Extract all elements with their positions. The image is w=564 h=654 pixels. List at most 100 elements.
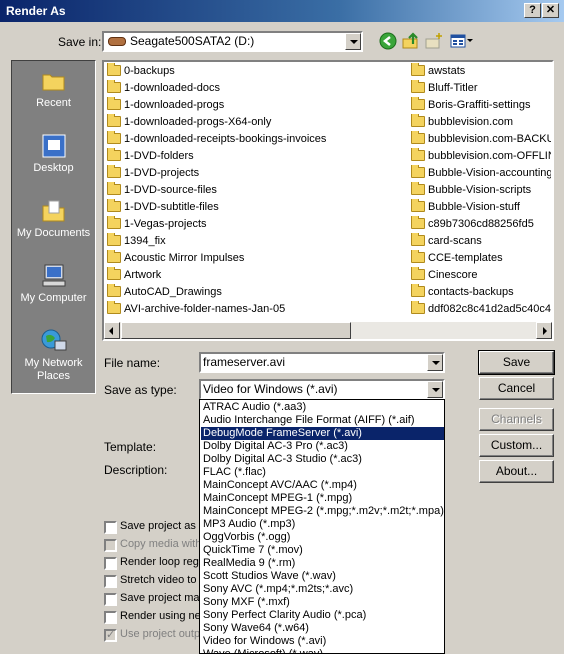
type-option[interactable]: Sony Wave64 (*.w64) xyxy=(201,622,444,635)
folder-icon xyxy=(411,284,425,297)
folder-item[interactable]: 1-DVD-projects xyxy=(105,165,401,182)
option-checkbox[interactable] xyxy=(104,575,117,588)
scroll-thumb[interactable] xyxy=(121,322,351,339)
save-in-dropdown-arrow[interactable] xyxy=(345,33,361,50)
type-option[interactable]: DebugMode FrameServer (*.avi) xyxy=(201,427,444,440)
type-option[interactable]: MainConcept MPEG-1 (*.mpg) xyxy=(201,492,444,505)
folder-item[interactable]: Bluff-Titler xyxy=(409,80,551,97)
view-menu-button[interactable] xyxy=(449,32,473,50)
folder-item[interactable]: bubblevision.com xyxy=(409,114,551,131)
type-option[interactable]: Audio Interchange File Format (AIFF) (*.… xyxy=(201,414,444,427)
folder-item[interactable]: c89b7306cd88256fd5 xyxy=(409,216,551,233)
folder-icon xyxy=(411,165,425,178)
place-desktop[interactable]: Desktop xyxy=(12,128,95,192)
folder-item[interactable]: Bubble-Vision-stuff xyxy=(409,199,551,216)
option-checkbox[interactable] xyxy=(104,521,117,534)
place-recent[interactable]: Recent xyxy=(12,63,95,127)
about-button[interactable]: About... xyxy=(479,460,554,483)
folder-name: 1394_fix xyxy=(124,235,166,247)
folder-item[interactable]: Bubble-Vision-scripts xyxy=(409,182,551,199)
help-button[interactable]: ? xyxy=(524,3,541,18)
folder-name: bubblevision.com-BACKUP- xyxy=(428,133,551,145)
place-my-documents[interactable]: My Documents xyxy=(12,193,95,257)
folder-item[interactable]: 1-downloaded-receipts-bookings-invoices xyxy=(105,131,401,148)
horizontal-scrollbar[interactable] xyxy=(104,322,552,339)
option-checkbox xyxy=(104,539,117,552)
folder-icon xyxy=(107,199,121,212)
type-option[interactable]: MP3 Audio (*.mp3) xyxy=(201,518,444,531)
file-name-dropdown-arrow[interactable] xyxy=(427,354,443,371)
folder-item[interactable]: contacts-backups xyxy=(409,284,551,301)
save-as-type-dropdown-list[interactable]: ATRAC Audio (*.aa3) Audio Interchange Fil… xyxy=(199,399,445,654)
type-option[interactable]: OggVorbis (*.ogg) xyxy=(201,531,444,544)
folder-item[interactable]: 1394_fix xyxy=(105,233,401,250)
folder-item[interactable]: bubblevision.com-BACKUP- xyxy=(409,131,551,148)
option-checkbox[interactable] xyxy=(104,611,117,624)
folder-item[interactable]: 1-downloaded-progs-X64-only xyxy=(105,114,401,131)
folder-item[interactable]: ddf082c8c41d2ad5c40c4d xyxy=(409,301,551,318)
option-label: Use project outp xyxy=(120,628,201,640)
type-option[interactable]: Scott Studios Wave (*.wav) xyxy=(201,570,444,583)
folder-icon xyxy=(107,216,121,229)
file-name-value: frameserver.avi xyxy=(203,355,286,369)
new-folder-icon[interactable] xyxy=(425,32,443,50)
folder-item[interactable]: 1-DVD-source-files xyxy=(105,182,401,199)
type-option[interactable]: FLAC (*.flac) xyxy=(201,466,444,479)
save-as-type-dropdown-arrow[interactable] xyxy=(427,381,443,398)
folder-name: Bluff-Titler xyxy=(428,82,478,94)
folder-name: bubblevision.com-OFFLINE xyxy=(428,150,551,162)
folder-item[interactable]: awstats xyxy=(409,63,551,80)
scroll-left-button[interactable] xyxy=(104,322,120,339)
up-folder-icon[interactable] xyxy=(402,32,420,50)
folder-item[interactable]: AVI-archive-folder-names-Jan-05 xyxy=(105,301,401,318)
type-option[interactable]: Sony AVC (*.mp4;*.m2ts;*.avc) xyxy=(201,583,444,596)
type-option[interactable]: Dolby Digital AC-3 Pro (*.ac3) xyxy=(201,440,444,453)
folder-item[interactable]: Cinescore xyxy=(409,267,551,284)
desktop-icon xyxy=(42,134,66,158)
type-option[interactable]: Wave (Microsoft) (*.wav) xyxy=(201,648,444,653)
type-option[interactable]: MainConcept AVC/AAC (*.mp4) xyxy=(201,479,444,492)
save-as-type-value: Video for Windows (*.avi) xyxy=(203,382,338,396)
option-checkbox[interactable] xyxy=(104,557,117,570)
file-name-input[interactable]: frameserver.avi xyxy=(199,352,445,373)
folder-item[interactable]: 1-DVD-folders xyxy=(105,148,401,165)
type-option[interactable]: MainConcept MPEG-2 (*.mpg;*.m2v;*.m2t;*.… xyxy=(201,505,444,518)
folder-item[interactable]: Boris-Graffiti-settings xyxy=(409,97,551,114)
folder-icon xyxy=(107,182,121,195)
place-network[interactable]: My Network Places xyxy=(12,323,95,387)
scroll-right-button[interactable] xyxy=(536,322,552,339)
back-icon[interactable] xyxy=(379,32,397,50)
folder-item[interactable]: CCE-templates xyxy=(409,250,551,267)
option-checkbox[interactable] xyxy=(104,593,117,606)
place-my-computer[interactable]: My Computer xyxy=(12,258,95,322)
channels-button[interactable]: Channels xyxy=(479,408,554,431)
folder-item[interactable]: bubblevision.com-OFFLINE xyxy=(409,148,551,165)
folder-name: 1-downloaded-progs xyxy=(124,99,225,111)
type-option[interactable]: Video for Windows (*.avi) xyxy=(201,635,444,648)
type-option[interactable]: Sony Perfect Clarity Audio (*.pca) xyxy=(201,609,444,622)
save-as-type-select[interactable]: Video for Windows (*.avi) xyxy=(199,379,445,400)
folder-item[interactable]: 1-Vegas-projects xyxy=(105,216,401,233)
cancel-button[interactable]: Cancel xyxy=(479,377,554,400)
folder-item[interactable]: Artwork xyxy=(105,267,401,284)
folder-item[interactable]: AutoCAD_Drawings xyxy=(105,284,401,301)
file-list[interactable]: 0-backups 1-downloaded-docs 1-downloaded-p… xyxy=(102,60,554,341)
save-as-type-label: Save as type: xyxy=(104,383,177,397)
folder-item[interactable]: Bubble-Vision-accounting-B xyxy=(409,165,551,182)
type-option[interactable]: Dolby Digital AC-3 Studio (*.ac3) xyxy=(201,453,444,466)
type-option[interactable]: QuickTime 7 (*.mov) xyxy=(201,544,444,557)
custom-button[interactable]: Custom... xyxy=(479,434,554,457)
folder-item[interactable]: 1-downloaded-docs xyxy=(105,80,401,97)
type-option[interactable]: ATRAC Audio (*.aa3) xyxy=(201,401,444,414)
folder-item[interactable]: Acoustic Mirror Impulses xyxy=(105,250,401,267)
type-option[interactable]: RealMedia 9 (*.rm) xyxy=(201,557,444,570)
folder-item[interactable]: 1-DVD-subtitle-files xyxy=(105,199,401,216)
save-in-value: Seagate500SATA2 (D:) xyxy=(130,34,255,48)
type-option[interactable]: Sony MXF (*.mxf) xyxy=(201,596,444,609)
save-button[interactable]: Save xyxy=(478,350,555,375)
close-button[interactable]: ✕ xyxy=(542,3,559,18)
folder-item[interactable]: 1-downloaded-progs xyxy=(105,97,401,114)
save-in-combo[interactable]: Seagate500SATA2 (D:) xyxy=(102,31,363,52)
folder-item[interactable]: card-scans xyxy=(409,233,551,250)
folder-item[interactable]: 0-backups xyxy=(105,63,401,80)
